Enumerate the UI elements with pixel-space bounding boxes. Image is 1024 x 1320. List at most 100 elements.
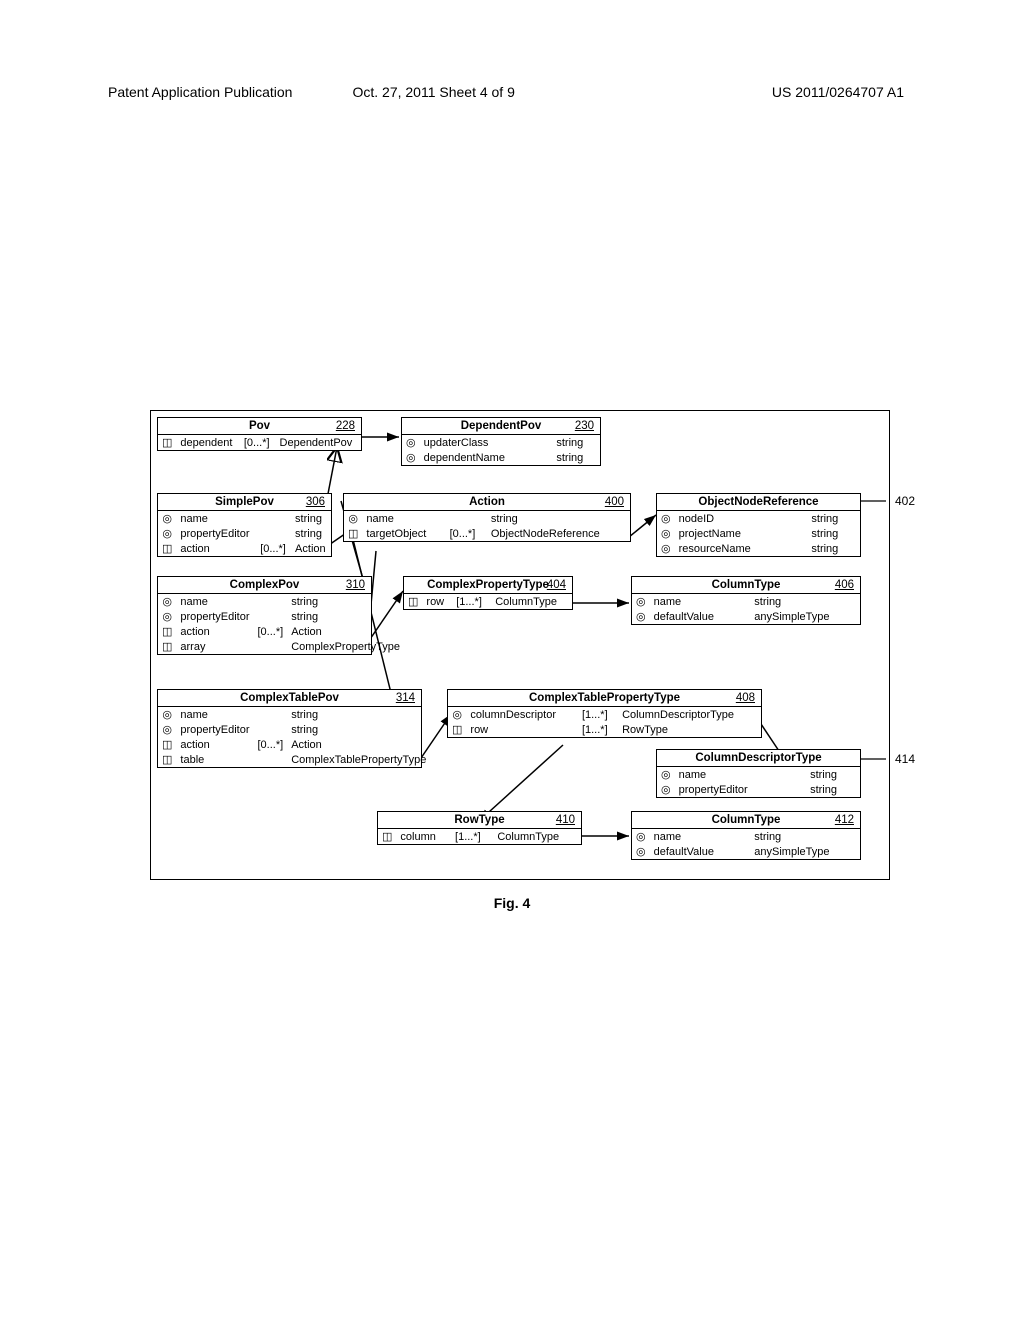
title: ColumnDescriptorType — [695, 752, 821, 764]
row-icon: ◎ — [158, 511, 176, 526]
uml-row: ◫row[1...*]RowType — [448, 722, 761, 737]
uml-row: ◫row[1...*]ColumnType — [404, 594, 572, 609]
uml-row: ◫targetObject[0...*]ObjectNodeReference — [344, 526, 630, 541]
title: RowType — [454, 814, 504, 826]
uml-row: ◎namestring — [158, 594, 404, 609]
row-icon: ◫ — [158, 737, 176, 752]
row-icon: ◎ — [158, 707, 176, 722]
ref-num: 408 — [736, 692, 755, 704]
row-icon: ◎ — [657, 541, 675, 556]
row-icon: ◎ — [448, 707, 466, 722]
uml-row: ◎propertyEditorstring — [158, 722, 430, 737]
callout-402: 402 — [895, 494, 915, 508]
row-icon: ◎ — [158, 609, 176, 624]
title: SimplePov — [215, 496, 274, 508]
title: Action — [469, 496, 505, 508]
row-icon: ◎ — [657, 526, 675, 541]
ref-num: 306 — [306, 496, 325, 508]
title: DependentPov — [461, 420, 542, 432]
uml-row: ◎namestring — [158, 707, 430, 722]
uml-row: ◎projectNamestring — [657, 526, 860, 541]
box-simple-pov: SimplePov 306 ◎namestring ◎propertyEditor… — [157, 493, 332, 557]
ref-num: 406 — [835, 579, 854, 591]
row-icon: ◫ — [158, 624, 176, 639]
row-icon: ◎ — [632, 609, 650, 624]
ref-num: 404 — [547, 579, 566, 591]
uml-row: ◎updaterClassstring — [402, 435, 600, 450]
header-right: US 2011/0264707 A1 — [772, 84, 904, 100]
title: Pov — [249, 420, 270, 432]
box-object-node-reference: ObjectNodeReference ◎nodeIDstring ◎proje… — [656, 493, 861, 557]
row-icon: ◎ — [657, 511, 675, 526]
uml-row: ◎namestring — [632, 829, 860, 844]
uml-row: ◎namestring — [632, 594, 860, 609]
ref-num: 410 — [556, 814, 575, 826]
row-icon: ◫ — [158, 435, 176, 450]
header-left: Patent Application Publication — [108, 84, 292, 100]
header-center: Oct. 27, 2011 Sheet 4 of 9 — [352, 84, 514, 100]
uml-row: ◎propertyEditorstring — [158, 526, 331, 541]
row-icon: ◎ — [402, 435, 420, 450]
uml-row: ◎defaultValueanySimpleType — [632, 609, 860, 624]
row-icon: ◎ — [158, 722, 176, 737]
ref-num: 412 — [835, 814, 854, 826]
callout-414: 414 — [895, 752, 915, 766]
diagram-frame: Pov228 ◫dependent[0...*]DependentPov Dep… — [150, 410, 890, 880]
row-icon: ◎ — [657, 767, 675, 782]
ref-num: 228 — [336, 420, 355, 432]
uml-row: ◎propertyEditorstring — [657, 782, 860, 797]
row-icon: ◎ — [632, 844, 650, 859]
row-icon: ◎ — [402, 450, 420, 465]
box-complex-property-type: ComplexPropertyType404 ◫row[1...*]Column… — [403, 576, 573, 610]
ref-num: 400 — [605, 496, 624, 508]
row-icon: ◫ — [158, 541, 176, 556]
box-column-type-406: ColumnType 406 ◎namestring ◎defaultValuea… — [631, 576, 861, 625]
title: ComplexPov — [230, 579, 300, 591]
row-icon: ◎ — [158, 594, 176, 609]
uml-row: ◫tableComplexTablePropertyType — [158, 752, 430, 767]
row-icon: ◎ — [158, 526, 176, 541]
title: ComplexPropertyType — [427, 579, 549, 591]
box-pov: Pov228 ◫dependent[0...*]DependentPov — [157, 417, 362, 451]
box-column-type-412: ColumnType 412 ◎namestring ◎defaultValuea… — [631, 811, 861, 860]
uml-row: ◫action[0...*]Action — [158, 624, 404, 639]
box-action: Action 400 ◎namestring ◫targetObject[0...… — [343, 493, 631, 542]
uml-row: ◫arrayComplexPropertyType — [158, 639, 404, 654]
row-icon: ◫ — [158, 752, 176, 767]
uml-row: ◫action[0...*]Action — [158, 541, 331, 556]
title: ObjectNodeReference — [698, 496, 818, 508]
row-icon: ◫ — [404, 594, 422, 609]
uml-row: ◎defaultValueanySimpleType — [632, 844, 860, 859]
ref-num: 314 — [396, 692, 415, 704]
uml-row: ◎namestring — [158, 511, 331, 526]
row-icon: ◫ — [158, 639, 176, 654]
uml-row: ◎propertyEditorstring — [158, 609, 404, 624]
box-column-descriptor-type: ColumnDescriptorType ◎namestring ◎proper… — [656, 749, 861, 798]
row-icon: ◫ — [448, 722, 466, 737]
uml-row: ◎namestring — [657, 767, 860, 782]
ref-num: 230 — [575, 420, 594, 432]
box-complex-table-property-type: ComplexTablePropertyType408 ◎columnDescr… — [447, 689, 762, 738]
uml-row: ◫action[0...*]Action — [158, 737, 430, 752]
row-icon: ◎ — [344, 511, 362, 526]
row-icon: ◫ — [344, 526, 362, 541]
uml-row: ◎namestring — [344, 511, 630, 526]
box-complex-pov: ComplexPov310 ◎namestring ◎propertyEdito… — [157, 576, 372, 655]
uml-row: ◎resourceNamestring — [657, 541, 860, 556]
ref-num: 310 — [346, 579, 365, 591]
uml-row: ◎dependentNamestring — [402, 450, 600, 465]
box-complex-table-pov: ComplexTablePov314 ◎namestring ◎property… — [157, 689, 422, 768]
uml-row: ◎nodeIDstring — [657, 511, 860, 526]
row-icon: ◎ — [632, 829, 650, 844]
box-dependent-pov: DependentPov 230 ◎updaterClassstring ◎dep… — [401, 417, 601, 466]
title: ComplexTablePov — [240, 692, 339, 704]
row-icon: ◎ — [657, 782, 675, 797]
uml-row: ◫column[1...*]ColumnType — [378, 829, 581, 844]
title: ColumnType — [712, 579, 781, 591]
page-header: Patent Application Publication Oct. 27, … — [108, 84, 904, 100]
box-row-type: RowType 410 ◫column[1...*]ColumnType — [377, 811, 582, 845]
figure-caption: Fig. 4 — [0, 895, 1024, 911]
row-icon: ◎ — [632, 594, 650, 609]
row-icon: ◫ — [378, 829, 396, 844]
title: ColumnType — [712, 814, 781, 826]
